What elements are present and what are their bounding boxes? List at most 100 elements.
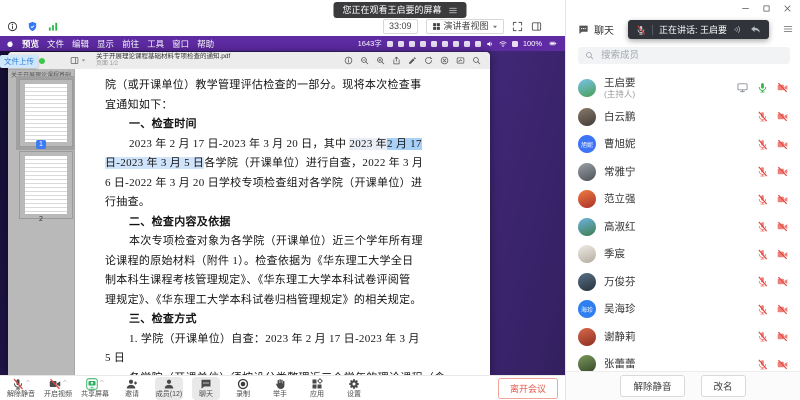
toolbar-hand-button[interactable]: 举手	[266, 377, 294, 400]
cam-off-icon	[777, 221, 788, 232]
toolbar-chat-button[interactable]: 聊天	[192, 377, 220, 400]
zoom-in-icon[interactable]	[376, 56, 385, 65]
close-icon[interactable]	[783, 4, 792, 13]
side-panel-toggle-icon[interactable]	[531, 21, 542, 32]
mac-menu-工具[interactable]: 工具	[147, 38, 164, 50]
toolbar-gear-button[interactable]: 设置	[340, 377, 368, 400]
chat-tab[interactable]: 聊天	[578, 22, 614, 37]
cloud-icon	[409, 41, 415, 47]
doc-text: 院（或开课单位）教学管理评估检查的一部分。现将本次检查事	[105, 79, 421, 91]
toolbar-label: 举手	[273, 391, 287, 398]
mac-wordcount: 1643字	[358, 38, 382, 49]
mac-menu-显示[interactable]: 显示	[97, 38, 114, 50]
sidebar-icon	[70, 56, 79, 65]
avatar	[578, 108, 596, 126]
member-row[interactable]: 海珍吴海珍	[566, 296, 800, 324]
member-row[interactable]: 白云鹏	[566, 103, 800, 131]
cam-off-icon	[777, 111, 788, 122]
toolbar-mic-off-button[interactable]: 解除静音	[7, 377, 35, 400]
trash-icon[interactable]	[440, 56, 449, 65]
chevron-up-icon[interactable]	[25, 378, 31, 384]
mac-menu-前往[interactable]: 前往	[122, 38, 139, 50]
network-signal-icon[interactable]	[47, 21, 59, 32]
chat-bubble-icon	[578, 24, 589, 35]
document-page-meta: 页面 1/2	[96, 61, 230, 68]
member-row[interactable]: 张蕾蕾	[566, 351, 800, 373]
zoom-out-icon[interactable]	[360, 56, 369, 65]
avatar: 海珍	[578, 300, 596, 318]
cam-off-icon	[777, 331, 788, 342]
cam-off-icon	[777, 276, 788, 287]
doc-text: 理规定》、《华东理工大学本科试卷归档管理规定》的相关规定。	[105, 294, 422, 306]
fullscreen-icon[interactable]	[512, 21, 523, 32]
mac-menu-窗口[interactable]: 窗口	[172, 38, 189, 50]
page-thumbnail-2[interactable]	[19, 151, 73, 219]
toolbar-label: 邀请	[125, 391, 139, 398]
leave-meeting-button[interactable]: 离开会议	[498, 378, 558, 399]
reply-arrow-icon[interactable]	[750, 24, 761, 35]
zoom-light[interactable]	[39, 58, 45, 64]
mic-off-icon	[757, 276, 768, 287]
toolbar-record-button[interactable]: 录制	[229, 377, 257, 400]
meeting-app-window: 您正在观看王启要的屏幕 33:09 演讲者视图 预览 文件编辑显示前往工具窗口	[0, 0, 800, 400]
member-row[interactable]: 常雅宁	[566, 158, 800, 186]
banner-menu-icon[interactable]	[449, 6, 458, 15]
member-name: 范立强	[604, 193, 636, 205]
doc-line: 一、检查时间	[105, 115, 197, 135]
member-row[interactable]: 旭妮曹旭妮	[566, 131, 800, 159]
member-row[interactable]: 王启要(主持人)	[566, 72, 800, 103]
pencil-icon[interactable]	[408, 56, 417, 65]
apps-icon	[311, 378, 323, 390]
chevron-up-icon[interactable]	[62, 378, 68, 384]
meeting-security-shield-icon[interactable]	[27, 21, 38, 32]
page-thumbnail-1[interactable]	[19, 79, 73, 147]
avatar	[578, 355, 596, 372]
member-row[interactable]: 高淑红	[566, 213, 800, 241]
mac-menu-帮助[interactable]: 帮助	[197, 38, 214, 50]
toolbar-apps-button[interactable]: 应用	[303, 377, 331, 400]
chevron-up-icon[interactable]	[99, 378, 105, 384]
member-row[interactable]: 万俊芬	[566, 268, 800, 296]
sidebar-toggle-button[interactable]	[70, 56, 86, 65]
maximize-icon[interactable]	[762, 4, 771, 13]
member-row[interactable]: 范立强	[566, 186, 800, 214]
mic-off-icon	[757, 221, 768, 232]
member-status-icons	[757, 139, 788, 150]
doc-text: 6 日-2022 年 3 月 20 日学校专项检查组对各学院（开课单位）进	[105, 177, 422, 189]
member-row[interactable]: 谢静莉	[566, 323, 800, 351]
toolbar-cam-off-button[interactable]: 开启视频	[44, 377, 72, 400]
doc-line: 宜通知如下：	[105, 96, 173, 116]
panel-menu-icon[interactable]	[783, 24, 793, 34]
toolbar-invite-button[interactable]: 邀请	[118, 377, 146, 400]
member-role: (主持人)	[604, 89, 636, 99]
apple-icon[interactable]	[6, 40, 14, 48]
toolbar-screen-share-green-button[interactable]: 共享屏幕	[81, 377, 109, 400]
mac-app-name[interactable]: 预览	[22, 38, 39, 50]
mic-off-icon	[757, 249, 768, 260]
mac-battery-percent: 100%	[523, 39, 542, 48]
toolbar-person-button[interactable]: 成员(12)	[155, 377, 183, 400]
minimize-icon[interactable]	[741, 4, 750, 13]
member-row[interactable]: 季宸	[566, 241, 800, 269]
notes-icon	[387, 41, 393, 47]
search-icon[interactable]	[472, 56, 481, 65]
meeting-info-icon[interactable]	[7, 21, 18, 32]
search-icon	[585, 51, 594, 60]
doc-line: 日-2023 年 3 月 5 日各学院（开课单位）进行自查，2022 年 3 月	[105, 154, 423, 174]
rotate-icon[interactable]	[424, 56, 433, 65]
info-icon[interactable]	[344, 56, 353, 65]
member-name: 曹旭妮	[604, 138, 636, 150]
rename-button[interactable]: 改名	[701, 375, 746, 397]
app-icon	[398, 41, 404, 47]
unmute-button[interactable]: 解除静音	[620, 375, 684, 397]
gear-icon	[348, 378, 360, 390]
mac-menu-编辑[interactable]: 编辑	[72, 38, 89, 50]
document-filename: 关于开展理论课程基础材料专项检查的通知.pdf	[96, 53, 230, 61]
avatar	[578, 218, 596, 236]
doc-line: 二、检查内容及依据	[105, 213, 231, 233]
view-mode-button[interactable]: 演讲者视图	[426, 19, 504, 34]
member-search-input[interactable]	[599, 49, 783, 62]
mac-menu-文件[interactable]: 文件	[47, 38, 64, 50]
markup-icon[interactable]	[456, 56, 465, 65]
share-up-icon[interactable]	[392, 56, 401, 65]
